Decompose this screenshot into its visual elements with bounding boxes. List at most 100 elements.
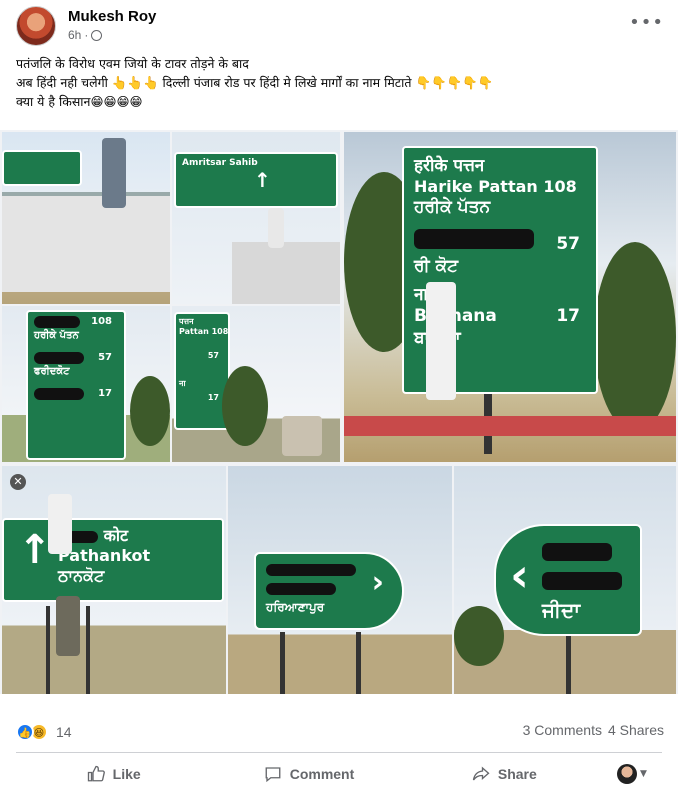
like-button[interactable]: Like xyxy=(16,758,211,790)
blacked-out-text xyxy=(34,352,84,364)
share-button[interactable]: Share xyxy=(407,758,602,790)
share-icon xyxy=(472,766,490,781)
banner-image xyxy=(344,416,676,436)
post-time[interactable]: 6h xyxy=(68,28,81,42)
sign-distance: 57 xyxy=(98,352,112,363)
tree-image xyxy=(454,606,504,666)
photo-tile[interactable]: ✕ ↑ कोट Pathankot ਠਾਨਕੋਟ xyxy=(2,466,226,694)
photo-tile[interactable] xyxy=(2,132,170,304)
sign-text: Harike Pattan xyxy=(414,177,538,197)
person-image xyxy=(268,208,284,248)
bus-image xyxy=(232,242,340,304)
chevron-right-icon: › xyxy=(371,565,384,600)
blacked-out-text xyxy=(34,388,84,400)
photo-tile[interactable]: हरीके पत्तन Harike Pattan 108 ਹਰੀਕੇ ਪੱਤਨ… xyxy=(344,132,676,462)
sign-pole xyxy=(280,632,285,694)
caret-down-icon: ▼ xyxy=(640,769,647,779)
viewer-avatar xyxy=(617,764,638,784)
ladder-image xyxy=(46,606,50,694)
tree-image xyxy=(594,242,676,432)
sign-text: ਫਰੀਦਕੋਟ xyxy=(34,365,70,377)
sign-text: ਹਰੀਕੇ ਪੱਤਨ xyxy=(34,329,79,341)
tree-image xyxy=(222,366,268,446)
reaction-count[interactable]: 14 xyxy=(56,724,72,740)
blacked-out-text xyxy=(34,316,80,328)
road-sign-image: ‹ ਜੀਦਾ xyxy=(494,524,642,636)
shares-count[interactable]: 4 Shares xyxy=(608,722,664,738)
sign-distance: 108 xyxy=(543,177,577,197)
time-separator: · xyxy=(84,28,89,42)
bus-image xyxy=(2,192,170,292)
post-meta: 6h · xyxy=(68,28,103,42)
blacked-out-text xyxy=(542,542,612,561)
like-reaction-icon: 👍 xyxy=(16,723,34,741)
comment-label: Comment xyxy=(289,766,355,782)
photo-tile[interactable]: ਹਰਿਆਣਾਪੁਰ › xyxy=(228,466,452,694)
road-sign-image: 108 ਹਰੀਕੇ ਪੱਤਨ 57 ਫਰੀਦਕੋਟ 17 xyxy=(26,310,126,460)
author-avatar[interactable] xyxy=(16,6,56,46)
author-name[interactable]: Mukesh Roy xyxy=(68,8,156,25)
road-sign-image: ਹਰਿਆਣਾਪੁਰ › xyxy=(254,552,404,630)
sign-distance: 57 xyxy=(556,233,580,254)
person-image xyxy=(426,282,456,400)
thumbs-up-icon xyxy=(87,765,105,782)
post-card: Mukesh Roy 6h · ••• पतंजलि के विरोध एवम … xyxy=(0,0,678,800)
arrow-up-icon: ↑ xyxy=(18,527,52,573)
action-bar: Like Comment Share ▼ xyxy=(16,758,662,790)
sign-text: ਰੀ ਕੋਟ xyxy=(414,255,459,276)
post-text-line: अब हिंदी नही चलेगी 👆👆👆 दिल्ली पंजाब रोड … xyxy=(16,75,494,90)
post-text: पतंजलि के विरोध एवम जियो के टावर तोड़ने … xyxy=(16,54,656,111)
arrow-up-icon: ↑ xyxy=(254,168,271,192)
sign-distance: 17 xyxy=(207,393,219,402)
blacked-out-text xyxy=(542,571,622,590)
sign-text: Pattan 108 xyxy=(179,327,229,336)
sign-text: हरीके पत्तन xyxy=(414,156,485,176)
comments-count[interactable]: 3 Comments xyxy=(523,722,602,738)
close-icon[interactable]: ✕ xyxy=(10,474,26,490)
person-image xyxy=(102,138,126,208)
road-sign-image xyxy=(2,150,82,186)
comment-icon xyxy=(265,767,281,783)
sign-distance: 17 xyxy=(556,306,580,327)
photo-tile[interactable]: 108 ਹਰੀਕੇ ਪੱਤਨ 57 ਫਰੀਦਕੋਟ 17 xyxy=(2,306,170,462)
sign-text: Pathankot xyxy=(58,546,151,565)
road-sign-image: ↑ कोट Pathankot ਠਾਨਕੋਟ xyxy=(2,518,224,602)
sign-text: कोट xyxy=(103,526,129,545)
post-text-line: पतंजलि के विरोध एवम जियो के टावर तोड़ने … xyxy=(16,56,249,71)
sign-distance: 17 xyxy=(98,388,112,399)
sign-pole xyxy=(566,636,571,694)
chevron-left-icon: ‹ xyxy=(510,548,529,602)
globe-icon xyxy=(91,29,103,41)
post-text-line: क्या ये है किसान😁😁😁😁 xyxy=(16,94,143,109)
blacked-out-text xyxy=(266,563,356,576)
road-sign-image: Amritsar Sahib ↑ xyxy=(174,152,338,208)
engagement-stats: 3 Comments 4 Shares xyxy=(523,722,664,738)
divider xyxy=(16,752,662,753)
comment-button[interactable]: Comment xyxy=(211,758,406,790)
sign-text: ना xyxy=(179,379,186,388)
tree-image xyxy=(130,376,170,446)
sign-text: ਜੀਦਾ xyxy=(542,598,581,622)
sign-text: पत्तन xyxy=(179,317,194,326)
person-image xyxy=(56,596,80,656)
photo-tile[interactable]: पत्तन Pattan 108 57 ना 17 xyxy=(172,306,340,462)
reaction-summary[interactable]: 👍 😆 14 xyxy=(16,720,72,744)
blacked-out-text xyxy=(266,582,336,595)
ladder-image xyxy=(86,606,90,694)
audience-selector[interactable]: ▼ xyxy=(602,764,662,784)
sign-pole xyxy=(356,632,361,694)
post-header: Mukesh Roy 6h · ••• xyxy=(16,6,666,46)
share-label: Share xyxy=(497,766,537,782)
person-image xyxy=(282,416,322,456)
person-image xyxy=(48,494,72,554)
photo-grid[interactable]: Amritsar Sahib ↑ हरीके पत्तन Harike Patt… xyxy=(0,130,678,694)
sign-distance: 57 xyxy=(207,351,219,360)
sign-text: ਹਰੀਕੇ ਪੱਤਨ xyxy=(414,197,491,218)
sign-text: ਹਰਿਆਣਾਪੁਰ xyxy=(266,600,325,614)
like-label: Like xyxy=(112,766,141,782)
photo-tile[interactable]: ‹ ਜੀਦਾ xyxy=(454,466,676,694)
more-options-icon[interactable]: ••• xyxy=(629,12,664,33)
blacked-out-text xyxy=(414,228,534,249)
sign-text: ਠਾਨਕੋਟ xyxy=(58,566,105,585)
photo-tile[interactable]: Amritsar Sahib ↑ xyxy=(172,132,340,304)
